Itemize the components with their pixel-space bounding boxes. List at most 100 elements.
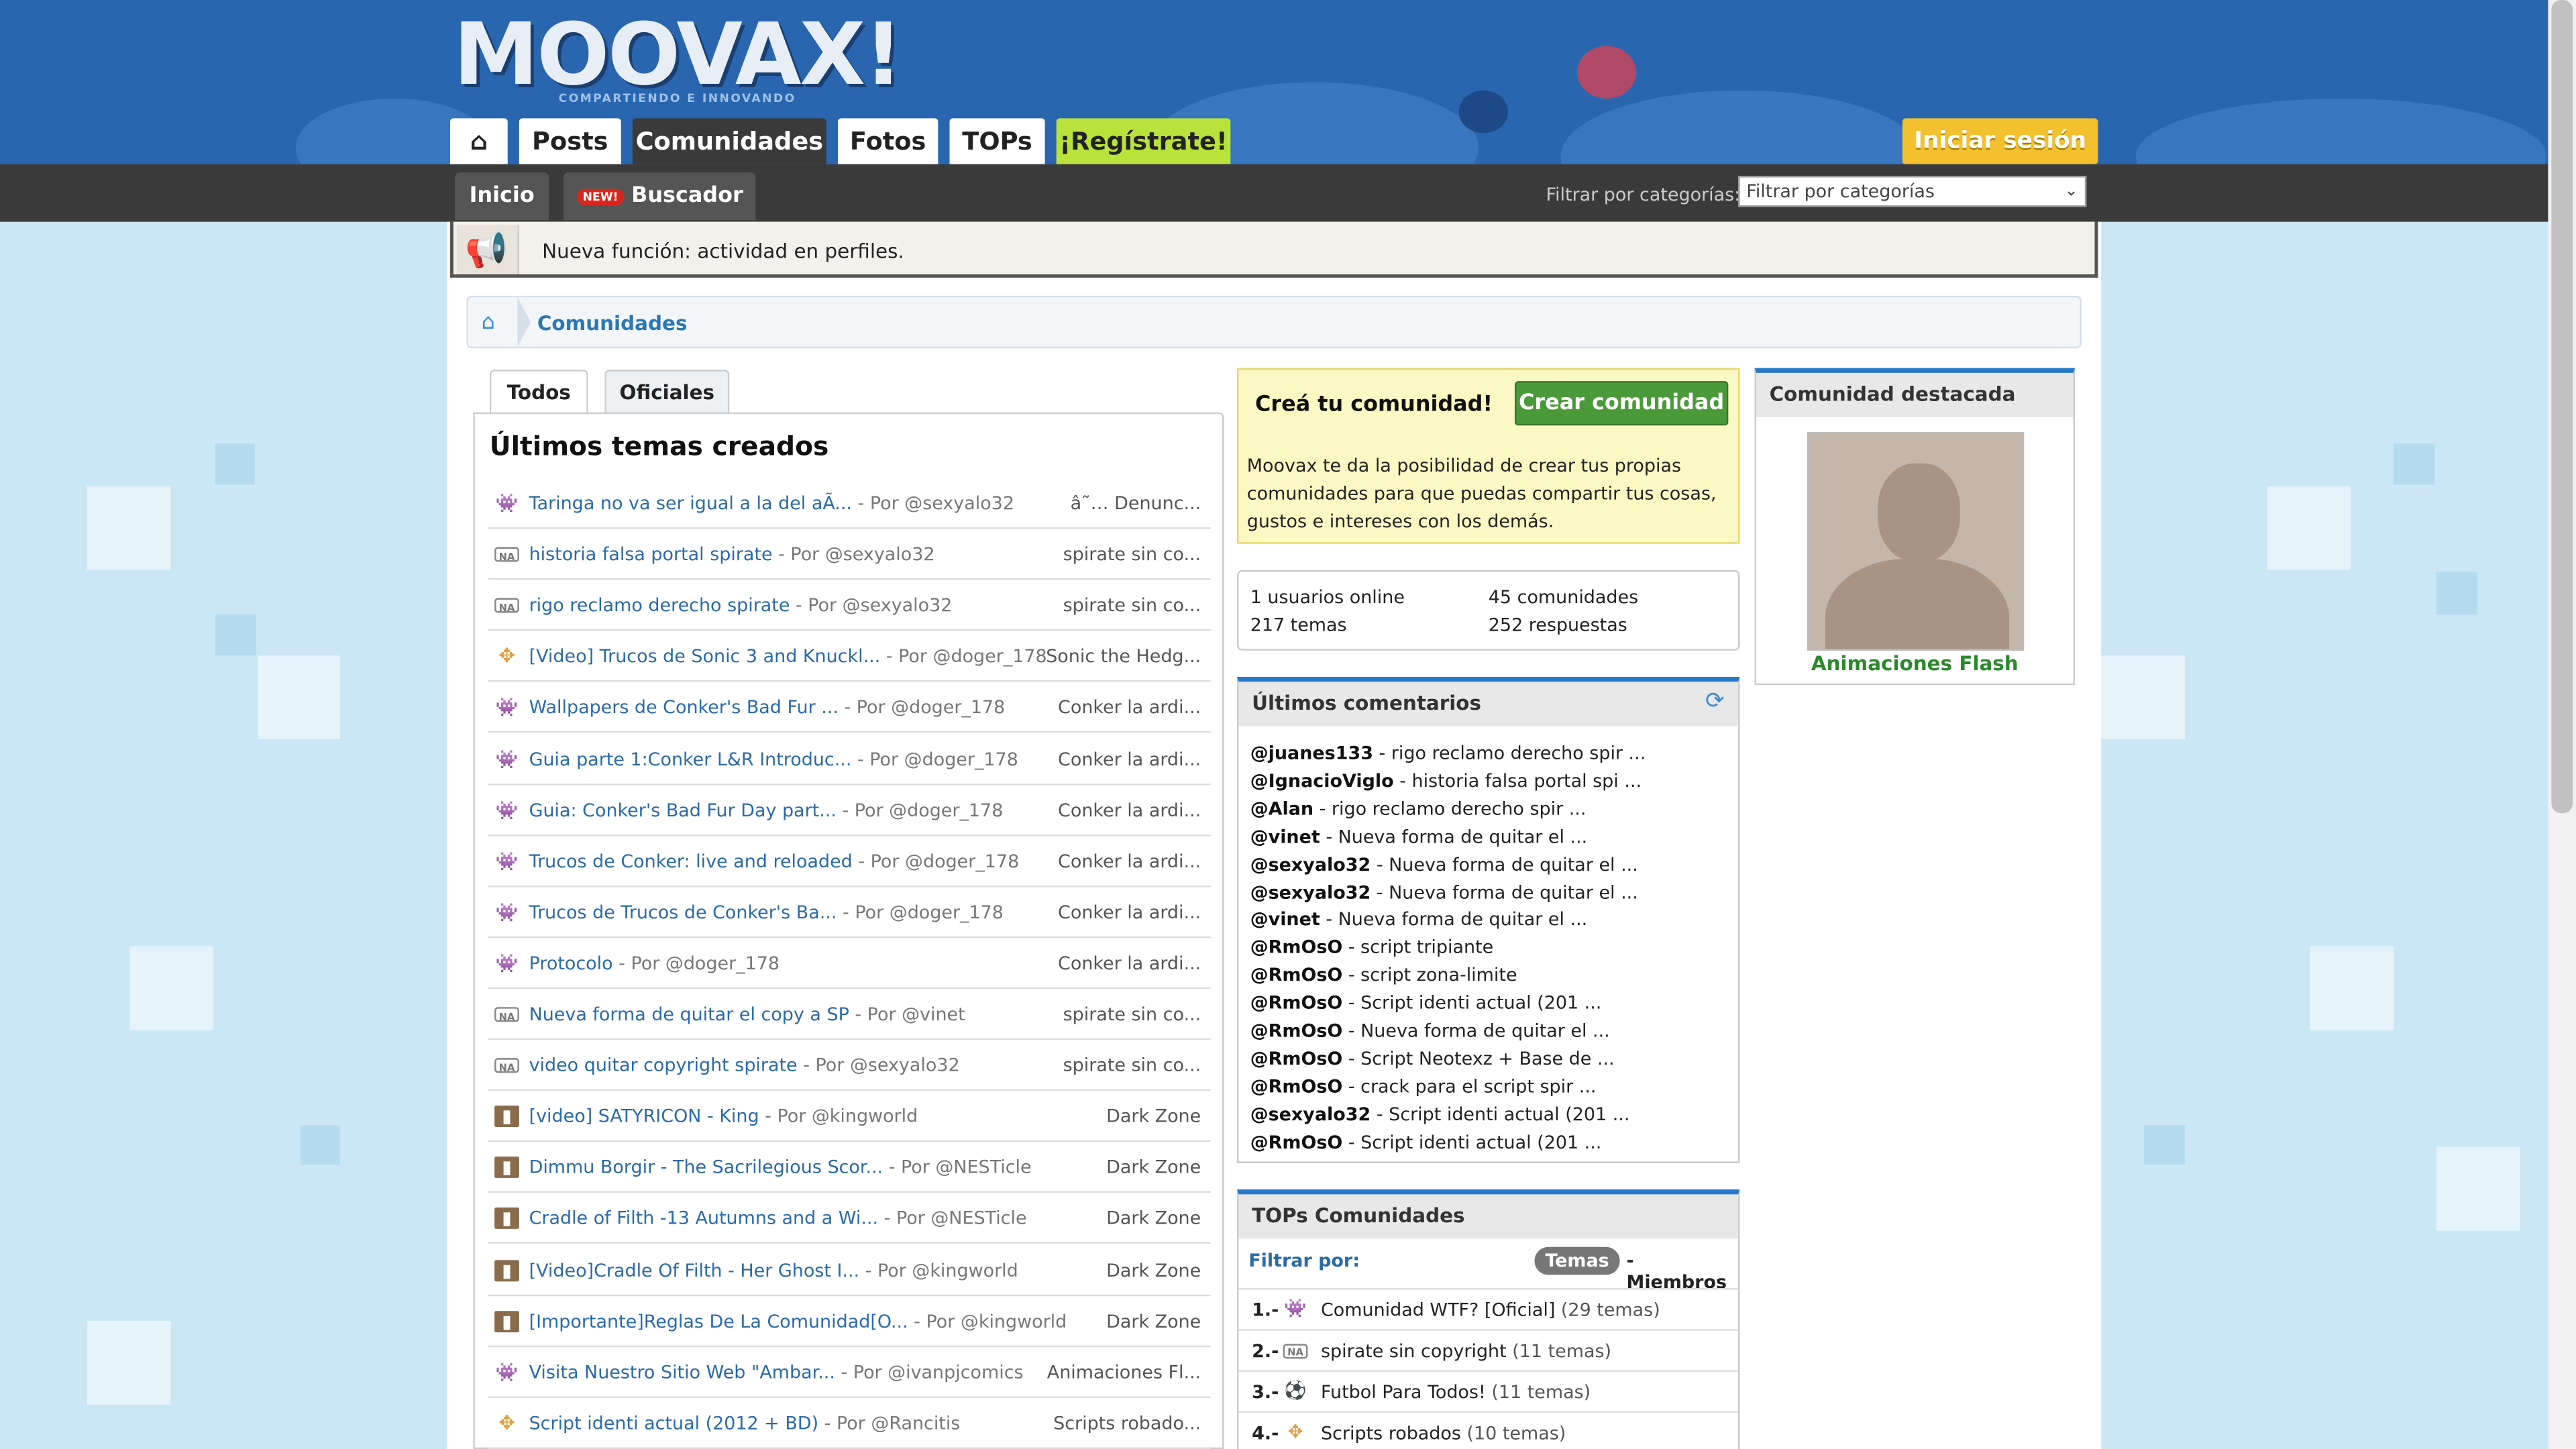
comment-text[interactable]: - script zona-limite: [1342, 965, 1517, 986]
topic-author[interactable]: - Por @doger_178: [851, 749, 1018, 770]
topic-title[interactable]: [Video]Cradle Of Filth - Her Ghost I...: [529, 1259, 860, 1281]
topic-row[interactable]: 👾 Trucos de Conker: live and reloaded - P…: [488, 837, 1211, 887]
topic-link[interactable]: Dimmu Borgir - The Sacrilegious Scor... …: [529, 1144, 1032, 1193]
topic-link[interactable]: Script identi actual (2012 + BD) - Por @…: [529, 1399, 961, 1448]
topic-title[interactable]: Wallpapers de Conker's Bad Fur ...: [529, 697, 839, 718]
topic-author[interactable]: - Por @doger_178: [853, 851, 1019, 872]
tops-community-link[interactable]: Futbol Para Todos! (11 temas): [1321, 1372, 1591, 1413]
nav-tops-tab[interactable]: TOPs: [949, 118, 1045, 164]
comment-item[interactable]: @RmOsO - Script Neotexz + Base de ...: [1250, 1048, 1615, 1069]
topic-title[interactable]: Trucos de Conker: live and reloaded: [529, 851, 853, 872]
topic-row[interactable]: ▮ [Importante]Reglas De La Comunidad[O...…: [488, 1297, 1211, 1347]
topic-community[interactable]: spirate sin co...: [1063, 582, 1201, 631]
comment-user[interactable]: @sexyalo32: [1250, 1104, 1371, 1125]
topic-row[interactable]: ▮ Cradle of Filth -13 Autumns and a Wi...…: [488, 1195, 1211, 1244]
tops-row[interactable]: 2.- NA spirate sin copyright (11 temas): [1238, 1329, 1739, 1372]
topic-title[interactable]: [Video] Trucos de Sonic 3 and Knuckl...: [529, 646, 881, 667]
topic-author[interactable]: - Por @doger_178: [837, 902, 1004, 923]
topic-row[interactable]: 👾 Trucos de Trucos de Conker's Ba... - Po…: [488, 888, 1211, 938]
topic-row[interactable]: 👾 Wallpapers de Conker's Bad Fur ... - Po…: [488, 684, 1211, 734]
tops-community-link[interactable]: Comunidad WTF? [Oficial] (29 temas): [1321, 1289, 1660, 1330]
topic-community[interactable]: Dark Zone: [1106, 1195, 1201, 1244]
topic-title[interactable]: [video] SATYRICON - King: [529, 1106, 759, 1128]
tops-community-name[interactable]: Comunidad WTF? [Oficial]: [1321, 1299, 1555, 1321]
comment-text[interactable]: - Nueva forma de quitar el ...: [1320, 909, 1587, 930]
topic-community[interactable]: Sonic the Hedg...: [1046, 633, 1201, 682]
topic-link[interactable]: video quitar copyright spirate - Por @se…: [529, 1042, 960, 1091]
comment-user[interactable]: @vinet: [1250, 909, 1320, 930]
topic-title[interactable]: Visita Nuestro Sitio Web "Ambar...: [529, 1361, 835, 1383]
tops-row[interactable]: 1.- 👾 Comunidad WTF? [Oficial] (29 temas): [1238, 1288, 1739, 1330]
page-scrollbar[interactable]: [2548, 0, 2576, 1449]
create-community-button[interactable]: Crear comunidad: [1514, 381, 1729, 426]
topic-row[interactable]: NA video quitar copyright spirate - Por @…: [488, 1042, 1211, 1091]
comment-item[interactable]: @sexyalo32 - Nueva forma de quitar el ..…: [1250, 881, 1638, 903]
topic-link[interactable]: Wallpapers de Conker's Bad Fur ... - Por…: [529, 684, 1006, 733]
topic-row[interactable]: NA Nueva forma de quitar el copy a SP - P…: [488, 991, 1211, 1040]
topic-title[interactable]: Guia parte 1:Conker L&R Introduc...: [529, 749, 852, 770]
comment-user[interactable]: @RmOsO: [1250, 1076, 1343, 1097]
topic-link[interactable]: [video] SATYRICON - King - Por @kingworl…: [529, 1093, 918, 1142]
tops-community-name[interactable]: Futbol Para Todos!: [1321, 1382, 1486, 1403]
topic-community[interactable]: Conker la ardi...: [1058, 684, 1201, 733]
comment-text[interactable]: - Nueva forma de quitar el ...: [1371, 881, 1638, 903]
topic-link[interactable]: Nueva forma de quitar el copy a SP - Por…: [529, 991, 965, 1040]
comment-item[interactable]: @IgnacioViglo - historia falsa portal sp…: [1250, 770, 1642, 792]
home-icon[interactable]: ⌂: [482, 311, 508, 337]
subnav-inicio-tab[interactable]: Inicio: [455, 172, 549, 221]
topic-author[interactable]: - Por @NESTicle: [883, 1157, 1032, 1179]
topic-link[interactable]: Trucos de Trucos de Conker's Ba... - Por…: [529, 888, 1004, 937]
comment-item[interactable]: @RmOsO - script tripiante: [1250, 937, 1494, 959]
subnav-buscador-tab[interactable]: NEW! Buscador: [564, 172, 756, 221]
topic-row[interactable]: NA historia falsa portal spirate - Por @s…: [488, 531, 1211, 580]
nav-posts-tab[interactable]: Posts: [519, 118, 621, 164]
tops-filter-miembros[interactable]: - Miembros: [1627, 1250, 1739, 1293]
topic-link[interactable]: Protocolo - Por @doger_178: [529, 940, 780, 989]
topic-community[interactable]: â˜… Denunc...: [1071, 480, 1201, 529]
topic-link[interactable]: [Video]Cradle Of Filth - Her Ghost I... …: [529, 1246, 1018, 1295]
comment-user[interactable]: @RmOsO: [1250, 965, 1343, 986]
comment-user[interactable]: @sexyalo32: [1250, 853, 1371, 875]
topic-community[interactable]: Scripts robado...: [1053, 1399, 1201, 1448]
topic-community[interactable]: Conker la ardi...: [1058, 888, 1201, 937]
tops-community-link[interactable]: spirate sin copyright (11 temas): [1321, 1331, 1611, 1372]
topic-link[interactable]: Trucos de Conker: live and reloaded - Po…: [529, 837, 1020, 886]
comment-text[interactable]: - Script Neotexz + Base de ...: [1342, 1048, 1615, 1069]
topic-title[interactable]: Nueva forma de quitar el copy a SP: [529, 1004, 849, 1025]
topic-link[interactable]: Guia: Conker's Bad Fur Day part... - Por…: [529, 786, 1004, 835]
tab-oficiales[interactable]: Oficiales: [604, 370, 730, 415]
topic-author[interactable]: - Por @sexyalo32: [852, 493, 1014, 515]
topic-community[interactable]: Animaciones Fl...: [1047, 1348, 1201, 1397]
comment-user[interactable]: @RmOsO: [1250, 1131, 1343, 1152]
topic-community[interactable]: spirate sin co...: [1063, 991, 1201, 1040]
featured-community-name[interactable]: Animaciones Flash: [1756, 652, 2074, 675]
topic-link[interactable]: [Importante]Reglas De La Comunidad[O... …: [529, 1297, 1067, 1346]
topic-author[interactable]: - Por @sexyalo32: [790, 595, 952, 616]
comment-text[interactable]: - Script identi actual (201 ...: [1342, 992, 1602, 1014]
topic-community[interactable]: Dark Zone: [1106, 1144, 1201, 1193]
comment-user[interactable]: @RmOsO: [1250, 1048, 1343, 1069]
nav-home-button[interactable]: ⌂: [450, 118, 508, 164]
refresh-icon[interactable]: ⟳: [1705, 688, 1731, 714]
topic-link[interactable]: Visita Nuestro Sitio Web "Ambar... - Por…: [529, 1348, 1024, 1397]
comment-item[interactable]: @juanes133 - rigo reclamo derecho spir .…: [1250, 743, 1646, 764]
comment-text[interactable]: - Script identi actual (201 ...: [1371, 1104, 1630, 1125]
comment-text[interactable]: - rigo reclamo derecho spir ...: [1373, 743, 1646, 764]
topic-author[interactable]: - Por @vinet: [849, 1004, 965, 1025]
comment-user[interactable]: @vinet: [1250, 826, 1320, 847]
topic-row[interactable]: 👾 Protocolo - Por @doger_178 Conker la ard…: [488, 940, 1211, 989]
comment-item[interactable]: @sexyalo32 - Nueva forma de quitar el ..…: [1250, 853, 1638, 875]
topic-title[interactable]: video quitar copyright spirate: [529, 1055, 798, 1076]
comment-text[interactable]: - Nueva forma de quitar el ...: [1320, 826, 1587, 847]
topic-row[interactable]: 👾 Visita Nuestro Sitio Web "Ambar... - Po…: [488, 1348, 1211, 1398]
comment-item[interactable]: @RmOsO - Script identi actual (201 ...: [1250, 1131, 1602, 1152]
topic-title[interactable]: Taringa no va ser igual a la del aÃ...: [529, 493, 852, 515]
nav-comunidades-tab[interactable]: Comunidades: [632, 118, 826, 164]
comment-text[interactable]: - script tripiante: [1342, 937, 1493, 959]
comment-user[interactable]: @Alan: [1250, 798, 1313, 820]
topic-title[interactable]: rigo reclamo derecho spirate: [529, 595, 790, 616]
topic-author[interactable]: - Por @NESTicle: [878, 1208, 1027, 1230]
comment-text[interactable]: - Script identi actual (201 ...: [1342, 1131, 1602, 1152]
comment-text[interactable]: - crack para el script spir ...: [1342, 1076, 1597, 1097]
scrollbar-thumb[interactable]: [2551, 0, 2573, 814]
